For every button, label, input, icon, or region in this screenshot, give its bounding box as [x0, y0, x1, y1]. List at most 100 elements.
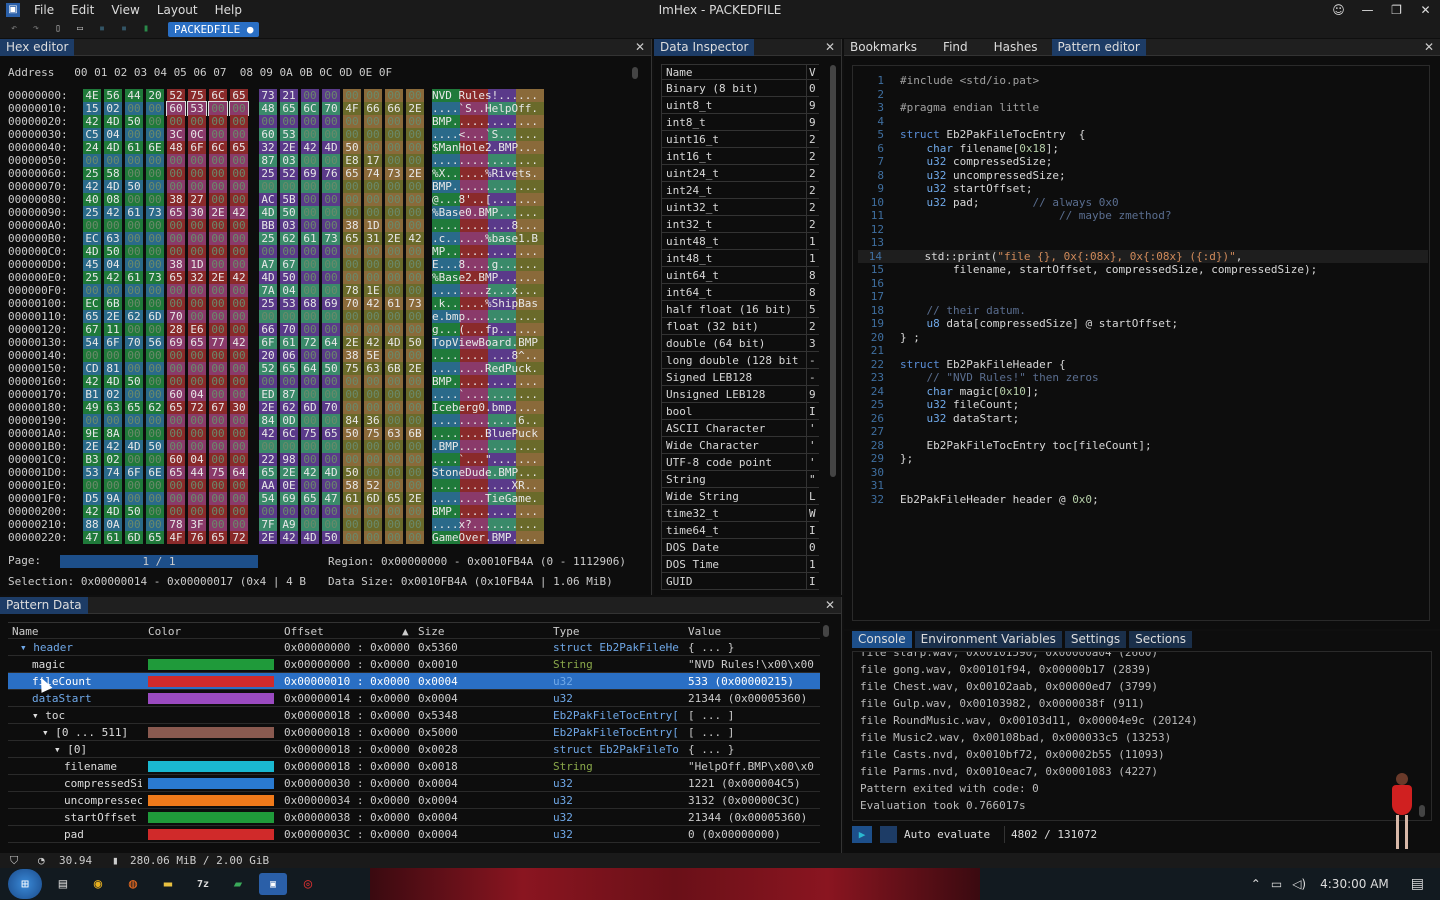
hex-byte[interactable]: 4D: [83, 245, 101, 258]
code-line[interactable]: 13: [860, 236, 900, 249]
hex-byte[interactable]: 00: [188, 167, 206, 180]
hex-byte[interactable]: 00: [385, 193, 403, 206]
hex-ascii[interactable]: ....`S..HelpOff.: [432, 102, 544, 115]
hex-byte[interactable]: 42: [230, 336, 248, 349]
hex-byte[interactable]: B3: [83, 453, 101, 466]
hex-byte[interactable]: 00: [209, 440, 227, 453]
inspector-scrollbar[interactable]: [830, 65, 836, 477]
hex-byte[interactable]: 61: [104, 531, 122, 544]
hex-row[interactable]: 00000140: 00 00 00 00 00 00 00 00 20 06 00 00 38 5E 00 0…: [8, 349, 548, 362]
hex-ascii[interactable]: .c......%base1.B: [432, 232, 544, 245]
menu-view[interactable]: View: [111, 3, 139, 17]
col-size[interactable]: Size: [418, 623, 445, 640]
save-icon[interactable]: ▪: [94, 22, 110, 36]
hex-byte[interactable]: 98: [280, 453, 298, 466]
hex-byte[interactable]: 65: [385, 492, 403, 505]
hex-byte[interactable]: 6F: [188, 141, 206, 154]
hex-byte[interactable]: 00: [209, 245, 227, 258]
hex-byte[interactable]: 64: [322, 336, 340, 349]
hex-ascii[interactable]: ........RedPuck.: [432, 362, 544, 375]
hex-byte[interactable]: 36: [364, 414, 382, 427]
hex-byte[interactable]: 4D: [125, 440, 143, 453]
hex-byte[interactable]: 00: [259, 245, 277, 258]
task-view-icon[interactable]: ▤: [49, 873, 77, 895]
hex-byte[interactable]: 1D: [188, 258, 206, 271]
hex-byte[interactable]: 00: [406, 284, 424, 297]
hex-byte[interactable]: 00: [125, 102, 143, 115]
hex-byte[interactable]: 00: [209, 362, 227, 375]
hex-byte[interactable]: 25: [83, 271, 101, 284]
hex-row[interactable]: 000001F0: D5 9A 00 00 00 00 00 00 54 69 65 47 61 6D 65 2…: [8, 492, 548, 505]
hex-byte[interactable]: 00: [83, 154, 101, 167]
code-line[interactable]: 25 u32 fileCount;: [860, 398, 1019, 411]
close-hex-editor-icon[interactable]: ✕: [635, 40, 645, 54]
hex-byte[interactable]: 00: [146, 219, 164, 232]
hex-byte[interactable]: 00: [125, 453, 143, 466]
hex-byte[interactable]: 47: [83, 531, 101, 544]
hex-byte[interactable]: 00: [188, 414, 206, 427]
hex-byte[interactable]: 00: [230, 115, 248, 128]
hex-byte[interactable]: 65: [167, 271, 185, 284]
code-line[interactable]: 9 u32 startOffset;: [860, 182, 1032, 195]
hex-byte[interactable]: 73: [406, 297, 424, 310]
hex-byte[interactable]: 72: [301, 336, 319, 349]
hex-byte[interactable]: 00: [188, 492, 206, 505]
hex-byte[interactable]: 3C: [167, 128, 185, 141]
hex-byte[interactable]: 87: [280, 388, 298, 401]
hex-row[interactable]: 00000090: 25 42 61 73 65 30 2E 42 4D 50 00 00 00 00 00 0…: [8, 206, 548, 219]
hex-ascii[interactable]: GameOver.BMP....: [432, 531, 544, 544]
close-pattern-data-icon[interactable]: ✕: [825, 598, 835, 612]
hex-byte[interactable]: 00: [146, 492, 164, 505]
hex-byte[interactable]: 00: [146, 284, 164, 297]
hex-ascii[interactable]: BMP.............: [432, 375, 544, 388]
hex-byte[interactable]: 00: [209, 297, 227, 310]
hex-byte[interactable]: 00: [104, 349, 122, 362]
hex-byte[interactable]: 00: [301, 154, 319, 167]
hex-byte[interactable]: 00: [301, 440, 319, 453]
close-window-button[interactable]: ✕: [1411, 3, 1440, 17]
hex-byte[interactable]: 00: [230, 154, 248, 167]
hex-byte[interactable]: 30: [230, 401, 248, 414]
pattern-row[interactable]: uncompressec 0x00000034 : 0x0000 0x0004 u32…: [8, 792, 820, 809]
hex-byte[interactable]: 00: [146, 505, 164, 518]
hex-byte[interactable]: 00: [385, 388, 403, 401]
hex-byte[interactable]: 00: [209, 219, 227, 232]
hex-byte[interactable]: 00: [125, 232, 143, 245]
hex-byte[interactable]: 00: [364, 310, 382, 323]
hex-byte[interactable]: 00: [385, 245, 403, 258]
hex-byte[interactable]: 63: [364, 362, 382, 375]
inspector-row[interactable]: uint16_t 2: [661, 131, 819, 148]
inspector-row[interactable]: int24_t 2: [661, 182, 819, 199]
hex-byte[interactable]: 00: [385, 284, 403, 297]
hex-byte[interactable]: 4F: [343, 102, 361, 115]
hex-byte[interactable]: 00: [322, 245, 340, 258]
hex-byte[interactable]: 00: [343, 323, 361, 336]
hex-byte[interactable]: 00: [364, 193, 382, 206]
hex-byte[interactable]: 00: [406, 518, 424, 531]
hex-byte[interactable]: 6C: [301, 102, 319, 115]
hex-ascii[interactable]: E...8....g......: [432, 258, 544, 271]
code-line[interactable]: 27: [860, 425, 900, 438]
hex-byte[interactable]: 47: [322, 492, 340, 505]
hex-ascii[interactable]: NVD Rules!......: [432, 89, 544, 102]
hex-byte[interactable]: 4D: [259, 206, 277, 219]
hex-byte[interactable]: 00: [230, 518, 248, 531]
hex-byte[interactable]: 00: [301, 518, 319, 531]
hex-byte[interactable]: A9: [280, 518, 298, 531]
hex-byte[interactable]: 44: [125, 89, 143, 102]
hex-row[interactable]: 00000220: 47 61 6D 65 4F 76 65 72 2E 42 4D 50 00 00 00 0…: [8, 531, 548, 544]
hex-byte[interactable]: 00: [125, 492, 143, 505]
feedback-icon[interactable]: ☺: [1324, 3, 1353, 17]
hex-byte[interactable]: 2E: [280, 141, 298, 154]
inspector-row[interactable]: uint8_t 9: [661, 97, 819, 114]
hex-byte[interactable]: 00: [385, 89, 403, 102]
hex-byte[interactable]: 00: [167, 297, 185, 310]
bookmark-icon[interactable]: ▮: [138, 22, 154, 36]
hex-byte[interactable]: 00: [230, 505, 248, 518]
hex-byte[interactable]: 69: [280, 492, 298, 505]
code-line[interactable]: 21: [860, 344, 900, 357]
hex-row[interactable]: 00000120: 67 11 00 00 28 E6 00 00 66 70 00 00 00 00 00 0…: [8, 323, 548, 336]
hex-row[interactable]: 00000150: CD 81 00 00 00 00 00 00 52 65 64 50 75 63 6B 2…: [8, 362, 548, 375]
hex-byte[interactable]: 00: [406, 89, 424, 102]
hex-byte[interactable]: AA: [259, 479, 277, 492]
